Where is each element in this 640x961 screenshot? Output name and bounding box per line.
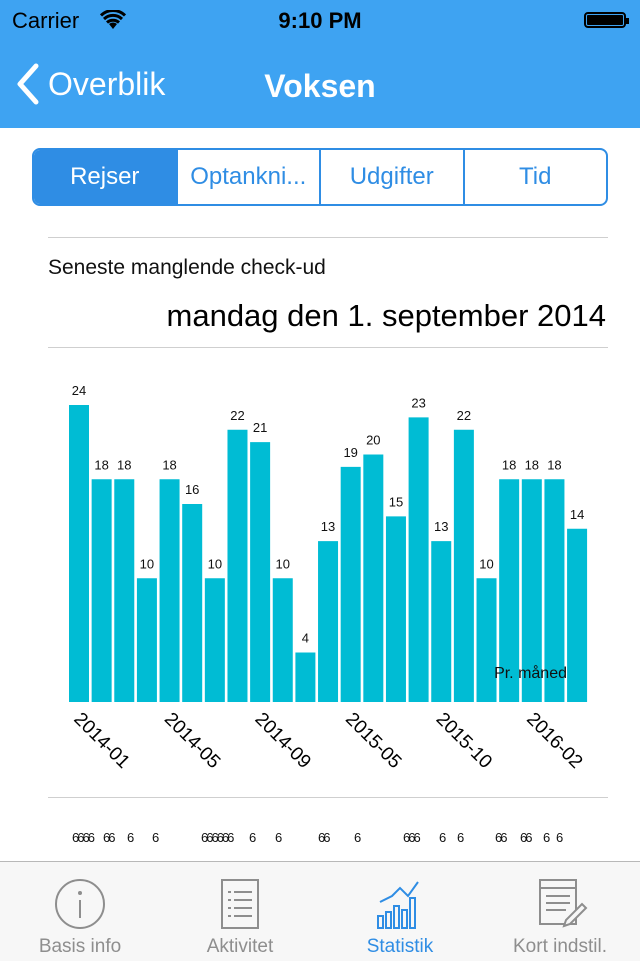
bar <box>114 479 135 702</box>
segment-rejser[interactable]: Rejser <box>34 150 176 204</box>
bar <box>453 429 474 702</box>
bar <box>567 528 588 702</box>
footer-value: 66 <box>318 830 331 845</box>
tab-label: Statistik <box>366 936 434 957</box>
bar <box>182 504 203 702</box>
legend-label: Pr. måned <box>494 664 567 682</box>
chart-icon <box>377 881 419 929</box>
bar <box>227 429 248 702</box>
divider <box>48 237 608 238</box>
bar-value-label: 4 <box>302 631 309 646</box>
battery-icon <box>584 12 629 28</box>
tab-basis-info[interactable]: Basis info <box>0 862 160 961</box>
bar-value-label: 20 <box>366 433 380 448</box>
bar <box>431 541 452 702</box>
missing-checkout-date: mandag den 1. september 2014 <box>166 298 606 333</box>
tab-statistik[interactable]: Statistik <box>320 862 480 961</box>
bar-value-label: 10 <box>479 556 493 571</box>
bar-value-label: 22 <box>230 408 244 423</box>
tab-aktivitet[interactable]: Aktivitet <box>160 862 320 961</box>
footer-value: 6 <box>249 830 256 845</box>
footer-value: 666666 <box>201 830 234 845</box>
bar <box>250 442 271 702</box>
footer-value: 666 <box>403 830 421 845</box>
bar <box>408 417 429 702</box>
footer-value: 6 <box>152 830 159 845</box>
footer-value: 6 <box>457 830 464 845</box>
bar <box>340 466 361 702</box>
x-tick-label: 2014-05 <box>160 709 224 773</box>
segment-udgifter[interactable]: Udgifter <box>319 150 463 204</box>
info-icon <box>55 879 105 929</box>
footer-value: 6 <box>354 830 361 845</box>
footer-value: 66 <box>103 830 116 845</box>
bar <box>272 578 293 702</box>
x-tick-label: 2016-02 <box>522 709 586 773</box>
footer-value: 6 <box>556 830 563 845</box>
page-title: Voksen <box>264 68 376 104</box>
tab-label: Basis info <box>38 936 122 957</box>
bar <box>91 479 112 702</box>
footer-value: 6 <box>543 830 550 845</box>
segment-tid[interactable]: Tid <box>462 150 607 204</box>
bar-value-label: 22 <box>457 408 471 423</box>
bar <box>69 405 89 702</box>
bar <box>136 578 157 702</box>
bar-value-label: 18 <box>162 457 176 472</box>
divider <box>48 797 608 798</box>
bar <box>385 516 406 702</box>
nav-bar: Overblik Voksen <box>0 40 640 128</box>
bar-value-label: 18 <box>117 457 131 472</box>
bar <box>295 652 316 702</box>
footer-value: 66 <box>495 830 508 845</box>
bar-value-label: 16 <box>185 482 199 497</box>
bar-value-label: 10 <box>140 556 154 571</box>
bar-value-label: 18 <box>502 457 516 472</box>
bar-value-label: 21 <box>253 420 267 435</box>
x-tick-label: 2014-01 <box>69 709 133 773</box>
bar-value-label: 13 <box>434 519 448 534</box>
bar-value-label: 18 <box>547 457 561 472</box>
footer-value: 6 <box>127 830 134 845</box>
clock: 9:10 PM <box>278 8 362 33</box>
list-icon <box>221 879 259 929</box>
bar-value-label: 14 <box>570 507 584 522</box>
x-tick-label: 2015-05 <box>341 709 405 773</box>
tab-bar: Basis info Aktivitet Statistik Kort inds… <box>0 861 640 961</box>
footer-value: 66 <box>520 830 533 845</box>
segmented-control: Rejser Optankni... Udgifter Tid <box>32 148 608 206</box>
divider <box>48 347 608 348</box>
bar <box>476 578 497 702</box>
footer-values: 6666 66 6 6 666666 6 6 66 6 666 6 6 66 66 6 6 <box>0 830 640 850</box>
bar-chart: 24 18 18 10 18 16 10 22 21 10 4 13 19 20 15 23 13 22 10 18 1… <box>69 383 588 773</box>
card-edit-icon <box>539 879 588 928</box>
segment-optankning[interactable]: Optankni... <box>175 150 320 204</box>
bar <box>159 479 180 702</box>
footer-value: 6666 <box>72 830 95 845</box>
status-bar: Carrier 9:10 PM <box>0 0 640 40</box>
bar-value-label: 18 <box>525 457 539 472</box>
bar-value-label: 18 <box>94 457 108 472</box>
x-tick-label: 2014-09 <box>251 709 315 773</box>
bar <box>363 454 384 702</box>
tab-label: Aktivitet <box>206 936 274 957</box>
footer-value: 6 <box>275 830 282 845</box>
bar-value-label: 15 <box>389 494 403 509</box>
bar-value-label: 10 <box>276 556 290 571</box>
bar-value-label: 19 <box>343 445 357 460</box>
bar-value-label: 24 <box>72 383 86 398</box>
x-tick-label: 2015-10 <box>432 709 496 773</box>
bar-value-label: 10 <box>208 556 222 571</box>
tab-kort-indstil[interactable]: Kort indstil. <box>480 862 640 961</box>
bar <box>204 578 225 702</box>
bar-value-label: 13 <box>321 519 335 534</box>
tab-label: Kort indstil. <box>513 936 607 957</box>
bar-value-label: 23 <box>411 395 425 410</box>
footer-value: 6 <box>439 830 446 845</box>
missing-checkout-label: Seneste manglende check-ud <box>48 256 326 279</box>
bar <box>318 541 339 702</box>
